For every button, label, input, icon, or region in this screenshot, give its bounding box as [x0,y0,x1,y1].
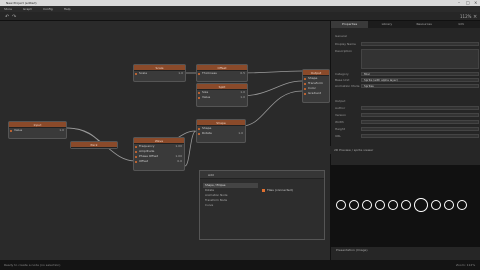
preview-footer: Presentation (Image) [336,248,368,252]
prop-label: Description [335,49,353,53]
animation-mode-select[interactable]: Sprites [361,84,479,88]
node-input[interactable]: Input Value 1.0 [8,121,67,139]
sprite-preview[interactable] [330,165,480,247]
tab-resources[interactable]: Resources [406,21,443,28]
category-select[interactable]: Misc [361,72,479,76]
node-type-list: Shape / Ellipse Rotate Animation Node Tr… [203,183,258,208]
prop-label: Animation Mode [335,84,360,88]
frame-ring [431,200,441,210]
prop-label: Version [335,113,347,117]
toolbar: ↶ ↷ 112% × [0,12,480,21]
node-wave[interactable]: Wave Frequency 1.00 Amplitude Phase Offse… [133,137,185,171]
menu-graph[interactable]: Graph [23,7,32,11]
wire-split-output [239,80,303,97]
frame-ring [401,200,411,210]
prop-label: URL [335,134,341,138]
height-field[interactable] [361,127,479,131]
prop-label: Author [335,106,346,110]
menu-config[interactable]: Config [43,7,53,11]
tab-library[interactable]: Library [368,21,405,28]
node-shape[interactable]: Shape Shape Rotate 1.0 [196,119,246,143]
window-title: New Project (edited) [6,1,37,5]
undo-icon[interactable]: ↶ [5,14,9,20]
frame-ring [375,200,385,210]
prop-label: Category [335,72,349,76]
status-bar: Ready to create a node (no selection) Zo… [0,260,480,270]
node-row: Value 1.0 [197,95,247,100]
node-scale-top[interactable]: Scale Scale 1.0 [133,64,186,82]
wire-offset-output [239,70,303,74]
prop-label: Width [335,120,344,124]
version-field[interactable] [361,113,479,117]
viewport-title: 2D Preview / sprite viewer [330,146,480,154]
display-name-field[interactable] [361,42,479,46]
prop-label: Base Unit [335,78,350,82]
close-icon[interactable]: × [473,14,477,20]
frame-ring [444,200,454,210]
node-output[interactable]: Output Shape Transform Color Gradient [302,69,330,103]
section-output: Output [335,99,346,103]
base-unit-select[interactable]: Sprite (with alpha layer) [361,78,479,82]
list-item[interactable]: Curve [203,203,258,208]
node-row: Gradient [303,91,329,96]
author-field[interactable] [361,106,479,110]
node-pack[interactable]: Pack [70,141,118,149]
node-title: Pack [71,142,117,148]
url-field[interactable] [361,134,479,138]
frame-ring [457,200,467,210]
tab-properties[interactable]: Properties [331,21,369,28]
prop-label: Display Name [335,42,356,46]
tab-info[interactable]: Info [443,21,480,28]
frame-ring-active [414,198,428,212]
node-row: Rotate 1.0 [197,131,245,136]
node-row: Value 1.0 [9,128,66,133]
zoom-level: 112% [460,14,472,19]
redo-icon[interactable]: ↷ [12,14,16,20]
dialog-title: Add [200,171,324,179]
description-field[interactable] [361,49,479,69]
node-offset[interactable]: Offset Thickness 0.5 [196,64,248,82]
checkbox-icon [262,188,265,192]
wire-shape-output [241,90,303,127]
width-field[interactable] [361,120,479,124]
prop-label: Height [335,127,345,131]
section-general: General [335,34,347,38]
panel-tabs: Properties Library Resources Info [331,21,480,28]
frame-ring [336,200,346,210]
menu-store[interactable]: Store [4,7,12,11]
wire-wave-shape [184,130,197,167]
frame-ring [362,200,372,210]
status-text: Ready to create a node (no selection) [4,263,61,267]
node-graph-canvas[interactable]: Scale Scale 1.0 Offset Thickness 0.5 Split… [0,21,330,260]
node-split[interactable]: Split Size 1.0 Value 1.0 [196,83,248,107]
menu-help[interactable]: Help [64,7,71,11]
frame-ring [388,200,398,210]
tiles-checkbox[interactable]: Tiles (connected) [262,188,293,192]
status-zoom: Zoom: 112% [456,263,476,267]
add-node-dialog[interactable]: Add Shape / Ellipse Rotate Animation Nod… [199,170,325,240]
frame-ring [349,200,359,210]
node-row: Offset 0.0 [134,159,184,164]
node-row: Scale 1.0 [134,71,185,76]
node-row: Thickness 0.5 [197,71,247,76]
